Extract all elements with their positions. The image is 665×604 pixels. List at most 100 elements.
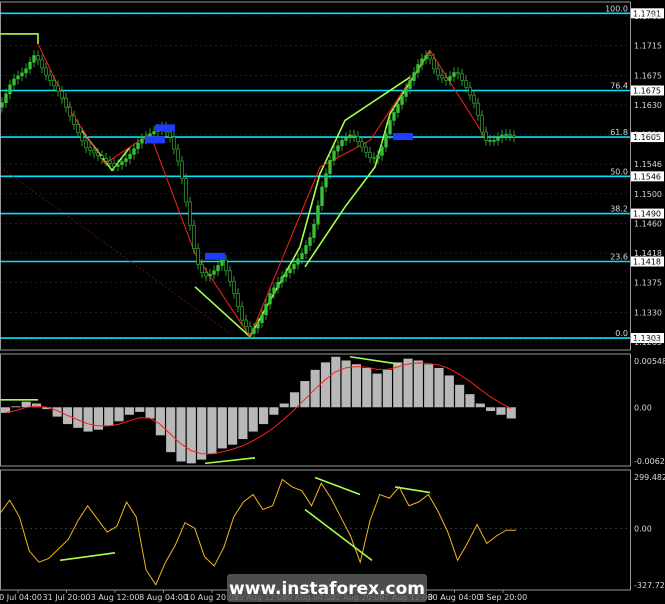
candle-body — [120, 161, 124, 166]
candle-body — [492, 140, 496, 142]
candle-body — [452, 72, 456, 77]
macd-bar — [279, 403, 289, 408]
macd-bar — [259, 407, 269, 425]
fib-price-tag-text: 1.1490 — [633, 210, 661, 219]
macd-bar — [362, 367, 372, 408]
candle-body — [48, 74, 52, 81]
candle-body — [328, 160, 332, 174]
candle-body — [212, 270, 216, 275]
macd-bar — [155, 407, 165, 436]
candle-body — [112, 163, 116, 167]
candle-body — [20, 72, 24, 77]
price-tick-label: 1.1500 — [634, 190, 662, 199]
macd-bar — [21, 401, 31, 408]
candle-body — [136, 142, 140, 150]
macd-bar — [104, 407, 114, 426]
forex-chart: 100.01.179176.41.167561.81.160550.01.154… — [0, 0, 665, 604]
candle-body — [76, 124, 80, 134]
x-tick-label: 30 Jul 04:00 — [0, 593, 42, 602]
candle-body — [132, 148, 136, 155]
candle-body — [260, 314, 264, 324]
candle-body — [280, 276, 284, 283]
candle-body — [448, 76, 452, 81]
candle-body — [240, 306, 244, 321]
candle-body — [8, 84, 12, 95]
candle-body — [292, 263, 296, 270]
candle-body — [508, 134, 512, 137]
x-tick-label: 31 Jul 20:00 — [43, 593, 91, 602]
candle-body — [128, 153, 132, 159]
price-tick-label: 1.1375 — [634, 279, 662, 288]
candle-body — [312, 223, 316, 238]
candle-body — [424, 55, 428, 60]
candle-body — [228, 270, 232, 282]
candle-body — [192, 224, 196, 249]
candle-body — [196, 248, 200, 265]
candle-body — [420, 58, 424, 65]
macd-bar — [413, 360, 423, 408]
fib-level-label: 100.0 — [605, 4, 628, 13]
fib-price-tag-text: 1.1418 — [633, 258, 661, 267]
price-tick-label: 1.1590 — [634, 131, 662, 140]
candle-body — [368, 152, 372, 159]
candle-body — [484, 131, 488, 141]
candle-body — [188, 201, 192, 226]
candle-body — [324, 173, 328, 188]
candle-body — [180, 160, 184, 179]
price-tick-label: 1.1630 — [634, 101, 662, 110]
macd-bar — [372, 373, 382, 408]
candle-body — [216, 265, 220, 272]
macd-bar — [455, 384, 465, 408]
candle-body — [380, 146, 384, 156]
candle-body — [64, 97, 68, 108]
candle-body — [40, 59, 44, 69]
candle-body — [364, 146, 368, 153]
macd-bar — [444, 375, 454, 408]
candle-body — [176, 148, 180, 162]
candle-body — [84, 140, 88, 149]
candle-body — [236, 293, 240, 308]
macd-bar — [186, 407, 196, 464]
candle-body — [400, 96, 404, 105]
candle-body — [332, 150, 336, 161]
candle-body — [116, 164, 120, 167]
macd-bar — [382, 369, 392, 408]
candle-body — [268, 293, 272, 305]
candle-body — [252, 327, 256, 334]
candle-body — [16, 75, 20, 80]
fib-level-label: 76.4 — [610, 82, 628, 91]
candle-body — [276, 282, 280, 289]
candle-body — [152, 131, 156, 135]
candle-body — [432, 58, 436, 70]
candle-body — [300, 253, 304, 260]
candle-body — [356, 136, 360, 143]
price-tick-label: 1.1418 — [634, 249, 662, 258]
candle-body — [388, 120, 392, 135]
macd-bar — [424, 364, 434, 408]
candle-body — [316, 205, 320, 225]
candle-body — [384, 133, 388, 148]
candle-body — [348, 134, 352, 139]
macd-bar — [114, 407, 124, 422]
candle-body — [92, 150, 96, 154]
macd-bar — [197, 407, 207, 460]
fib-price-tag-text: 1.1546 — [633, 172, 661, 181]
watermark-text: www.instaforex.com — [229, 579, 425, 599]
fib-price-tag-text: 1.1675 — [633, 87, 661, 96]
macd-bar — [506, 407, 516, 419]
price-tick-label: 1.1715 — [634, 42, 662, 51]
candle-body — [500, 134, 504, 139]
candle-body — [108, 160, 112, 164]
candle-body — [220, 259, 224, 266]
candle-body — [272, 287, 276, 294]
candle-body — [468, 86, 472, 96]
candle-body — [12, 78, 16, 86]
macd-bar — [145, 407, 155, 419]
candle-body — [68, 106, 72, 117]
candle-body — [416, 64, 420, 73]
price-tick-label: 1.1330 — [634, 308, 662, 317]
candle-body — [124, 158, 128, 162]
macd-bar — [331, 356, 341, 408]
macd-bar — [124, 407, 134, 415]
macd-bar — [217, 407, 227, 449]
